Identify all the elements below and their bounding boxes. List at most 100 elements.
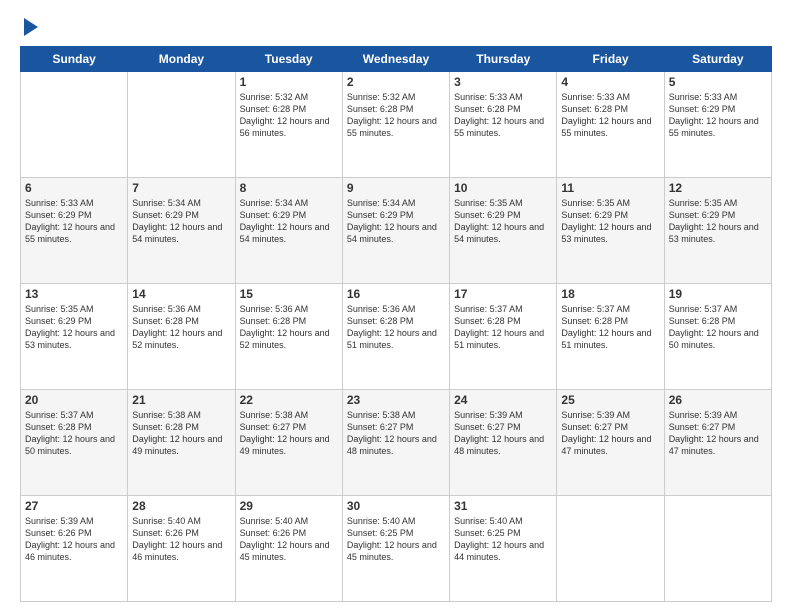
day-number: 11 (561, 181, 659, 195)
calendar-table: SundayMondayTuesdayWednesdayThursdayFrid… (20, 46, 772, 602)
cell-info: Sunrise: 5:33 AM Sunset: 6:28 PM Dayligh… (454, 91, 552, 140)
calendar-cell: 15 Sunrise: 5:36 AM Sunset: 6:28 PM Dayli… (235, 284, 342, 390)
day-number: 22 (240, 393, 338, 407)
calendar-cell: 31 Sunrise: 5:40 AM Sunset: 6:25 PM Dayli… (450, 496, 557, 602)
day-number: 26 (669, 393, 767, 407)
calendar-cell: 17 Sunrise: 5:37 AM Sunset: 6:28 PM Dayli… (450, 284, 557, 390)
cell-info: Sunrise: 5:33 AM Sunset: 6:29 PM Dayligh… (25, 197, 123, 246)
day-number: 7 (132, 181, 230, 195)
cell-info: Sunrise: 5:35 AM Sunset: 6:29 PM Dayligh… (454, 197, 552, 246)
calendar-cell: 24 Sunrise: 5:39 AM Sunset: 6:27 PM Dayli… (450, 390, 557, 496)
calendar-cell: 3 Sunrise: 5:33 AM Sunset: 6:28 PM Daylig… (450, 72, 557, 178)
day-number: 5 (669, 75, 767, 89)
cell-info: Sunrise: 5:36 AM Sunset: 6:28 PM Dayligh… (240, 303, 338, 352)
cell-info: Sunrise: 5:37 AM Sunset: 6:28 PM Dayligh… (561, 303, 659, 352)
day-number: 27 (25, 499, 123, 513)
calendar-cell: 11 Sunrise: 5:35 AM Sunset: 6:29 PM Dayli… (557, 178, 664, 284)
cell-info: Sunrise: 5:34 AM Sunset: 6:29 PM Dayligh… (347, 197, 445, 246)
day-number: 15 (240, 287, 338, 301)
cell-info: Sunrise: 5:39 AM Sunset: 6:27 PM Dayligh… (561, 409, 659, 458)
calendar-header-sunday: Sunday (21, 47, 128, 72)
day-number: 25 (561, 393, 659, 407)
cell-info: Sunrise: 5:38 AM Sunset: 6:27 PM Dayligh… (240, 409, 338, 458)
calendar-cell: 21 Sunrise: 5:38 AM Sunset: 6:28 PM Dayli… (128, 390, 235, 496)
cell-info: Sunrise: 5:39 AM Sunset: 6:27 PM Dayligh… (669, 409, 767, 458)
calendar-cell: 28 Sunrise: 5:40 AM Sunset: 6:26 PM Dayli… (128, 496, 235, 602)
cell-info: Sunrise: 5:35 AM Sunset: 6:29 PM Dayligh… (25, 303, 123, 352)
calendar-cell: 4Sunrise: 5:33 AM Sunset: 6:28 PM Daylig… (557, 72, 664, 178)
calendar-cell: 29 Sunrise: 5:40 AM Sunset: 6:26 PM Dayli… (235, 496, 342, 602)
calendar-header-thursday: Thursday (450, 47, 557, 72)
cell-info: Sunrise: 5:37 AM Sunset: 6:28 PM Dayligh… (454, 303, 552, 352)
cell-info: Sunrise: 5:33 AM Sunset: 6:28 PM Dayligh… (561, 91, 659, 140)
cell-info: Sunrise: 5:35 AM Sunset: 6:29 PM Dayligh… (669, 197, 767, 246)
calendar-cell: 12 Sunrise: 5:35 AM Sunset: 6:29 PM Dayli… (664, 178, 771, 284)
day-number: 18 (561, 287, 659, 301)
cell-info: Sunrise: 5:34 AM Sunset: 6:29 PM Dayligh… (132, 197, 230, 246)
calendar-cell: 2Sunrise: 5:32 AM Sunset: 6:28 PM Daylig… (342, 72, 449, 178)
cell-info: Sunrise: 5:40 AM Sunset: 6:26 PM Dayligh… (240, 515, 338, 564)
day-number: 30 (347, 499, 445, 513)
header (20, 16, 772, 36)
day-number: 8 (240, 181, 338, 195)
calendar-cell (664, 496, 771, 602)
day-number: 14 (132, 287, 230, 301)
day-number: 12 (669, 181, 767, 195)
calendar-week-row: 1 Sunrise: 5:32 AM Sunset: 6:28 PM Daylig… (21, 72, 772, 178)
calendar-header-monday: Monday (128, 47, 235, 72)
calendar-cell: 5Sunrise: 5:33 AM Sunset: 6:29 PM Daylig… (664, 72, 771, 178)
calendar-cell: 9 Sunrise: 5:34 AM Sunset: 6:29 PM Daylig… (342, 178, 449, 284)
cell-info: Sunrise: 5:39 AM Sunset: 6:26 PM Dayligh… (25, 515, 123, 564)
calendar-cell: 10Sunrise: 5:35 AM Sunset: 6:29 PM Dayli… (450, 178, 557, 284)
calendar-cell: 8Sunrise: 5:34 AM Sunset: 6:29 PM Daylig… (235, 178, 342, 284)
calendar-cell: 7 Sunrise: 5:34 AM Sunset: 6:29 PM Daylig… (128, 178, 235, 284)
calendar-cell: 19 Sunrise: 5:37 AM Sunset: 6:28 PM Dayli… (664, 284, 771, 390)
calendar-cell: 26 Sunrise: 5:39 AM Sunset: 6:27 PM Dayli… (664, 390, 771, 496)
calendar-header-friday: Friday (557, 47, 664, 72)
day-number: 1 (240, 75, 338, 89)
calendar-cell: 20Sunrise: 5:37 AM Sunset: 6:28 PM Dayli… (21, 390, 128, 496)
cell-info: Sunrise: 5:40 AM Sunset: 6:26 PM Dayligh… (132, 515, 230, 564)
calendar-header-tuesday: Tuesday (235, 47, 342, 72)
calendar-cell: 13 Sunrise: 5:35 AM Sunset: 6:29 PM Dayli… (21, 284, 128, 390)
logo-arrow-icon (24, 18, 38, 36)
day-number: 9 (347, 181, 445, 195)
calendar-cell: 6 Sunrise: 5:33 AM Sunset: 6:29 PM Daylig… (21, 178, 128, 284)
calendar-cell: 27 Sunrise: 5:39 AM Sunset: 6:26 PM Dayli… (21, 496, 128, 602)
day-number: 31 (454, 499, 552, 513)
day-number: 16 (347, 287, 445, 301)
cell-info: Sunrise: 5:38 AM Sunset: 6:28 PM Dayligh… (132, 409, 230, 458)
day-number: 29 (240, 499, 338, 513)
day-number: 23 (347, 393, 445, 407)
calendar-week-row: 6 Sunrise: 5:33 AM Sunset: 6:29 PM Daylig… (21, 178, 772, 284)
cell-info: Sunrise: 5:32 AM Sunset: 6:28 PM Dayligh… (240, 91, 338, 140)
cell-info: Sunrise: 5:38 AM Sunset: 6:27 PM Dayligh… (347, 409, 445, 458)
calendar-header-saturday: Saturday (664, 47, 771, 72)
calendar-cell: 18 Sunrise: 5:37 AM Sunset: 6:28 PM Dayli… (557, 284, 664, 390)
calendar-header-wednesday: Wednesday (342, 47, 449, 72)
calendar-cell: 14Sunrise: 5:36 AM Sunset: 6:28 PM Dayli… (128, 284, 235, 390)
day-number: 13 (25, 287, 123, 301)
header-row: SundayMondayTuesdayWednesdayThursdayFrid… (21, 47, 772, 72)
logo (20, 16, 38, 36)
cell-info: Sunrise: 5:39 AM Sunset: 6:27 PM Dayligh… (454, 409, 552, 458)
day-number: 28 (132, 499, 230, 513)
page: SundayMondayTuesdayWednesdayThursdayFrid… (0, 0, 792, 612)
day-number: 6 (25, 181, 123, 195)
calendar-week-row: 27 Sunrise: 5:39 AM Sunset: 6:26 PM Dayli… (21, 496, 772, 602)
day-number: 17 (454, 287, 552, 301)
calendar-week-row: 13 Sunrise: 5:35 AM Sunset: 6:29 PM Dayli… (21, 284, 772, 390)
day-number: 21 (132, 393, 230, 407)
cell-info: Sunrise: 5:40 AM Sunset: 6:25 PM Dayligh… (454, 515, 552, 564)
cell-info: Sunrise: 5:40 AM Sunset: 6:25 PM Dayligh… (347, 515, 445, 564)
day-number: 3 (454, 75, 552, 89)
day-number: 24 (454, 393, 552, 407)
cell-info: Sunrise: 5:37 AM Sunset: 6:28 PM Dayligh… (669, 303, 767, 352)
calendar-cell: 25 Sunrise: 5:39 AM Sunset: 6:27 PM Dayli… (557, 390, 664, 496)
calendar-cell (557, 496, 664, 602)
day-number: 19 (669, 287, 767, 301)
calendar-cell (128, 72, 235, 178)
calendar-cell: 22 Sunrise: 5:38 AM Sunset: 6:27 PM Dayli… (235, 390, 342, 496)
calendar-cell: 1 Sunrise: 5:32 AM Sunset: 6:28 PM Daylig… (235, 72, 342, 178)
cell-info: Sunrise: 5:35 AM Sunset: 6:29 PM Dayligh… (561, 197, 659, 246)
